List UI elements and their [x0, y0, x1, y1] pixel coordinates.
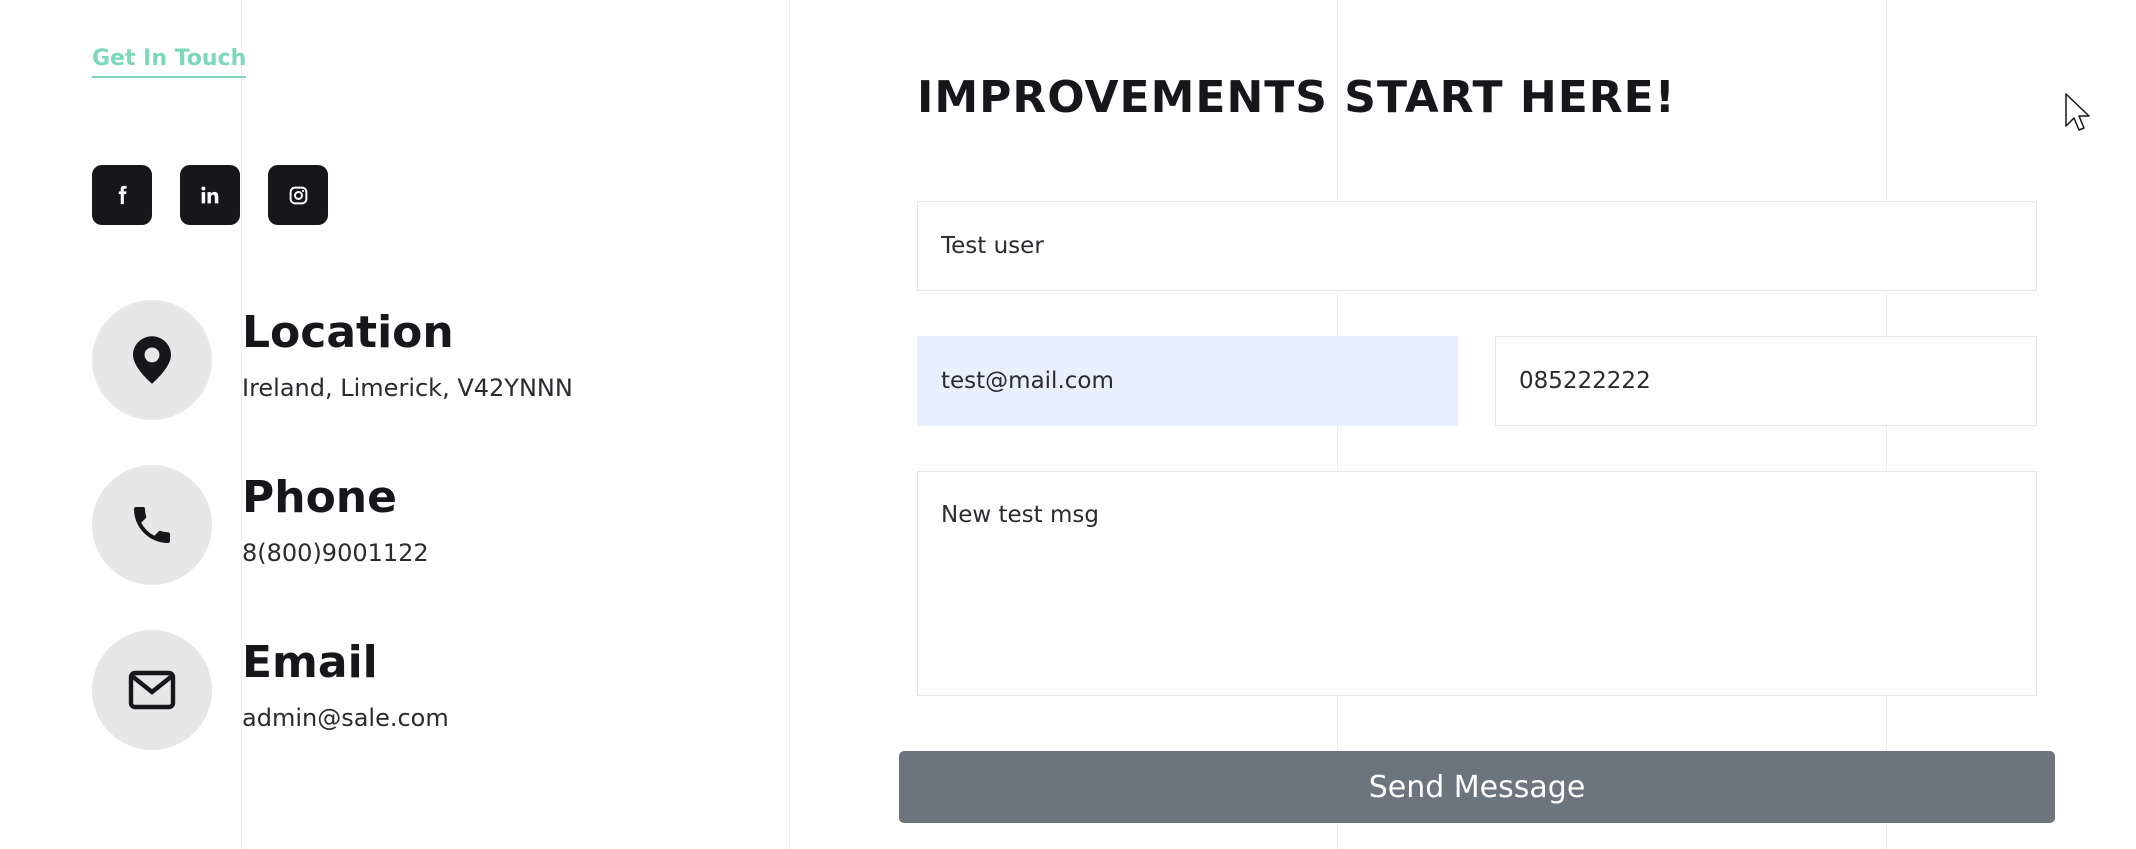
- get-in-touch-link[interactable]: Get In Touch: [92, 46, 247, 78]
- send-message-button[interactable]: Send Message: [899, 751, 2055, 823]
- contact-phone: Phone 8(800)9001122: [92, 465, 429, 585]
- instagram-button[interactable]: [268, 165, 328, 225]
- location-pin-icon: [133, 336, 171, 384]
- instagram-icon: [289, 186, 307, 204]
- grid-line: [789, 0, 790, 849]
- linkedin-icon: [201, 186, 219, 204]
- contact-email: Email admin@sale.com: [92, 630, 449, 750]
- facebook-icon: [118, 185, 127, 205]
- mouse-cursor-icon: [2065, 93, 2090, 131]
- phone-field[interactable]: [1495, 336, 2037, 426]
- name-field[interactable]: [917, 201, 2037, 291]
- location-circle: [92, 300, 212, 420]
- contact-location: Location Ireland, Limerick, V42YNNN: [92, 300, 573, 420]
- phone-title: Phone: [242, 472, 397, 523]
- email-title: Email: [242, 637, 378, 688]
- email-value: admin@sale.com: [242, 704, 449, 732]
- form-title: IMPROVEMENTS START HERE!: [917, 72, 1676, 123]
- phone-circle: [92, 465, 212, 585]
- location-value: Ireland, Limerick, V42YNNN: [242, 374, 573, 402]
- social-links: [92, 165, 328, 225]
- envelope-icon: [128, 670, 176, 710]
- phone-value: 8(800)9001122: [242, 539, 429, 567]
- phone-icon: [134, 507, 170, 543]
- location-title: Location: [242, 307, 454, 358]
- email-circle: [92, 630, 212, 750]
- email-field[interactable]: [917, 336, 1458, 426]
- linkedin-button[interactable]: [180, 165, 240, 225]
- message-field[interactable]: New test msg: [917, 471, 2037, 696]
- facebook-button[interactable]: [92, 165, 152, 225]
- contact-page: Get In Touch Location Ireland, Limerick,…: [0, 0, 2136, 849]
